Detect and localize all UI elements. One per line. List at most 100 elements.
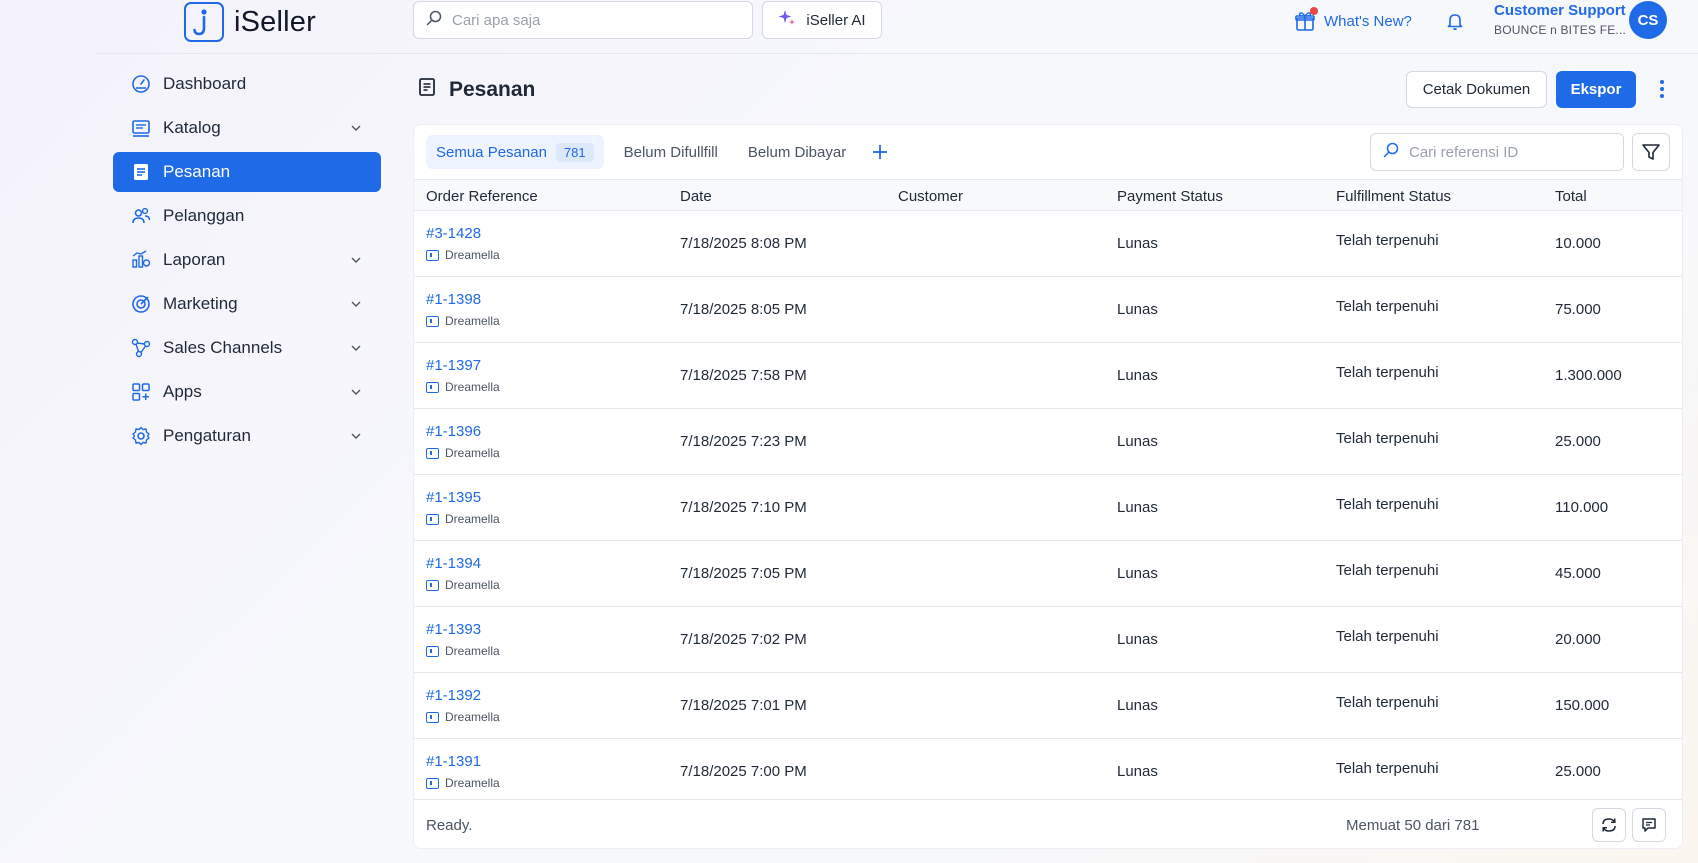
order-date: 7/18/2025 8:08 PM [680,235,807,252]
payment-status: Lunas [1117,697,1158,714]
more-options-icon[interactable] [1650,77,1674,101]
tab-label: Semua Pesanan [436,143,547,161]
sidebar-item-apps[interactable]: Apps [113,372,381,412]
order-store: Dreamella [426,512,500,526]
column-header[interactable]: Customer [898,188,963,205]
table-row[interactable]: #3-1428 Dreamella 7/18/2025 8:08 PM Luna… [414,211,1682,277]
order-reference-link[interactable]: #1-1397 [426,357,481,374]
table-row[interactable]: #1-1398 Dreamella 7/18/2025 8:05 PM Luna… [414,277,1682,343]
iseller-ai-button[interactable]: iSeller AI [762,1,882,39]
order-reference-link[interactable]: #1-1395 [426,489,481,506]
app-logo[interactable]: iSeller [184,2,316,42]
print-document-button[interactable]: Cetak Dokumen [1406,71,1547,108]
payment-status: Lunas [1117,763,1158,780]
table-row[interactable]: #1-1393 Dreamella 7/18/2025 7:02 PM Luna… [414,607,1682,673]
bell-icon[interactable] [1444,10,1466,32]
notification-dot [1310,7,1318,15]
sidebar-item-label: Pesanan [163,162,231,181]
order-date: 7/18/2025 7:05 PM [680,565,807,582]
table-row[interactable]: #1-1395 Dreamella 7/18/2025 7:10 PM Luna… [414,475,1682,541]
order-total: 45.000 [1555,565,1601,582]
sidebar-item-pesanan[interactable]: Pesanan [113,152,381,192]
whats-new-link[interactable]: What's New? [1294,7,1412,32]
sidebar-item-dashboard[interactable]: Dashboard [113,64,381,104]
table-row[interactable]: #1-1397 Dreamella 7/18/2025 7:58 PM Luna… [414,343,1682,409]
tab-belum-dibayar[interactable]: Belum Dibayar [738,135,856,169]
sidebar-item-pengaturan[interactable]: Pengaturan [113,416,381,456]
avatar[interactable]: CS [1629,1,1667,39]
global-search[interactable] [413,1,753,39]
tab-belum-difullfill[interactable]: Belum Difullfill [614,135,728,169]
global-search-input[interactable] [452,11,732,29]
table-footer: Ready. Memuat 50 dari 781 [414,799,1682,848]
reference-search-input[interactable] [1409,143,1609,161]
fulfillment-status: Telah terpenuhi [1336,496,1439,513]
tab-count-badge: 781 [555,142,594,162]
store-name: BOUNCE n BITES FE... [1494,23,1627,37]
store-name: Dreamella [445,578,500,592]
chevron-down-icon [351,301,361,307]
order-reference-link[interactable]: #1-1393 [426,621,481,638]
order-total: 110.000 [1555,499,1609,516]
sidebar-item-marketing[interactable]: Marketing [113,284,381,324]
chevron-down-icon [351,257,361,263]
sidebar-item-laporan[interactable]: Laporan [113,240,381,280]
export-button[interactable]: Ekspor [1556,71,1636,108]
top-divider [96,53,1698,54]
table-row[interactable]: #1-1392 Dreamella 7/18/2025 7:01 PM Luna… [414,673,1682,739]
order-reference-link[interactable]: #3-1428 [426,225,481,242]
payment-status: Lunas [1117,499,1158,516]
sidebar-item-katalog[interactable]: Katalog [113,108,381,148]
orders-icon [130,161,152,183]
order-reference-link[interactable]: #1-1398 [426,291,481,308]
logo-mark-icon [184,2,224,42]
add-tab-button[interactable] [866,135,894,169]
store-icon [426,447,439,459]
top-bar: iSeller iSeller AI What's New? Customer … [0,0,1698,54]
user-menu[interactable]: Customer Support BOUNCE n BITES FE... [1494,2,1626,37]
load-count-text: Memuat 50 dari 781 [1346,817,1480,834]
search-icon [1383,142,1399,163]
order-reference-link[interactable]: #1-1394 [426,555,481,572]
store-icon [426,249,439,261]
order-reference-link[interactable]: #1-1391 [426,753,481,770]
order-date: 7/18/2025 7:23 PM [680,433,807,450]
sparkle-icon [778,9,796,31]
order-reference-link[interactable]: #1-1396 [426,423,481,440]
orders-card: Semua Pesanan 781 Belum Difullfill Belum… [413,124,1683,849]
refresh-button[interactable] [1592,808,1626,842]
table-header: Order Reference Date Customer Payment St… [414,179,1682,211]
order-store: Dreamella [426,776,500,790]
column-header[interactable]: Fulfillment Status [1336,188,1451,205]
column-header[interactable]: Payment Status [1117,188,1223,205]
table-row[interactable]: #1-1394 Dreamella 7/18/2025 7:05 PM Luna… [414,541,1682,607]
store-name: Dreamella [445,446,500,460]
column-header[interactable]: Total [1555,188,1587,205]
table-row[interactable]: #1-1391 Dreamella 7/18/2025 7:00 PM Luna… [414,739,1682,805]
tab-semua-pesanan[interactable]: Semua Pesanan 781 [426,135,604,169]
reference-search[interactable] [1370,133,1624,171]
order-date: 7/18/2025 7:01 PM [680,697,807,714]
order-store: Dreamella [426,314,500,328]
column-header[interactable]: Order Reference [426,188,538,205]
iseller-ai-label: iSeller AI [806,11,866,29]
order-reference-link[interactable]: #1-1392 [426,687,481,704]
order-store: Dreamella [426,578,500,592]
order-date: 7/18/2025 7:00 PM [680,763,807,780]
comment-button[interactable] [1632,808,1666,842]
store-name: Dreamella [445,248,500,262]
order-store: Dreamella [426,446,500,460]
page-header: Pesanan [417,77,535,102]
user-name: Customer Support [1494,2,1626,19]
sidebar-item-pelanggan[interactable]: Pelanggan [113,196,381,236]
order-total: 75.000 [1555,301,1601,318]
payment-status: Lunas [1117,235,1158,252]
sidebar-item-sales-channels[interactable]: Sales Channels [113,328,381,368]
column-header[interactable]: Date [680,188,712,205]
store-name: Dreamella [445,380,500,394]
table-row[interactable]: #1-1396 Dreamella 7/18/2025 7:23 PM Luna… [414,409,1682,475]
refresh-icon [1602,818,1616,832]
filter-button[interactable] [1632,133,1670,171]
payment-status: Lunas [1117,301,1158,318]
sidebar-item-label: Katalog [163,118,221,137]
